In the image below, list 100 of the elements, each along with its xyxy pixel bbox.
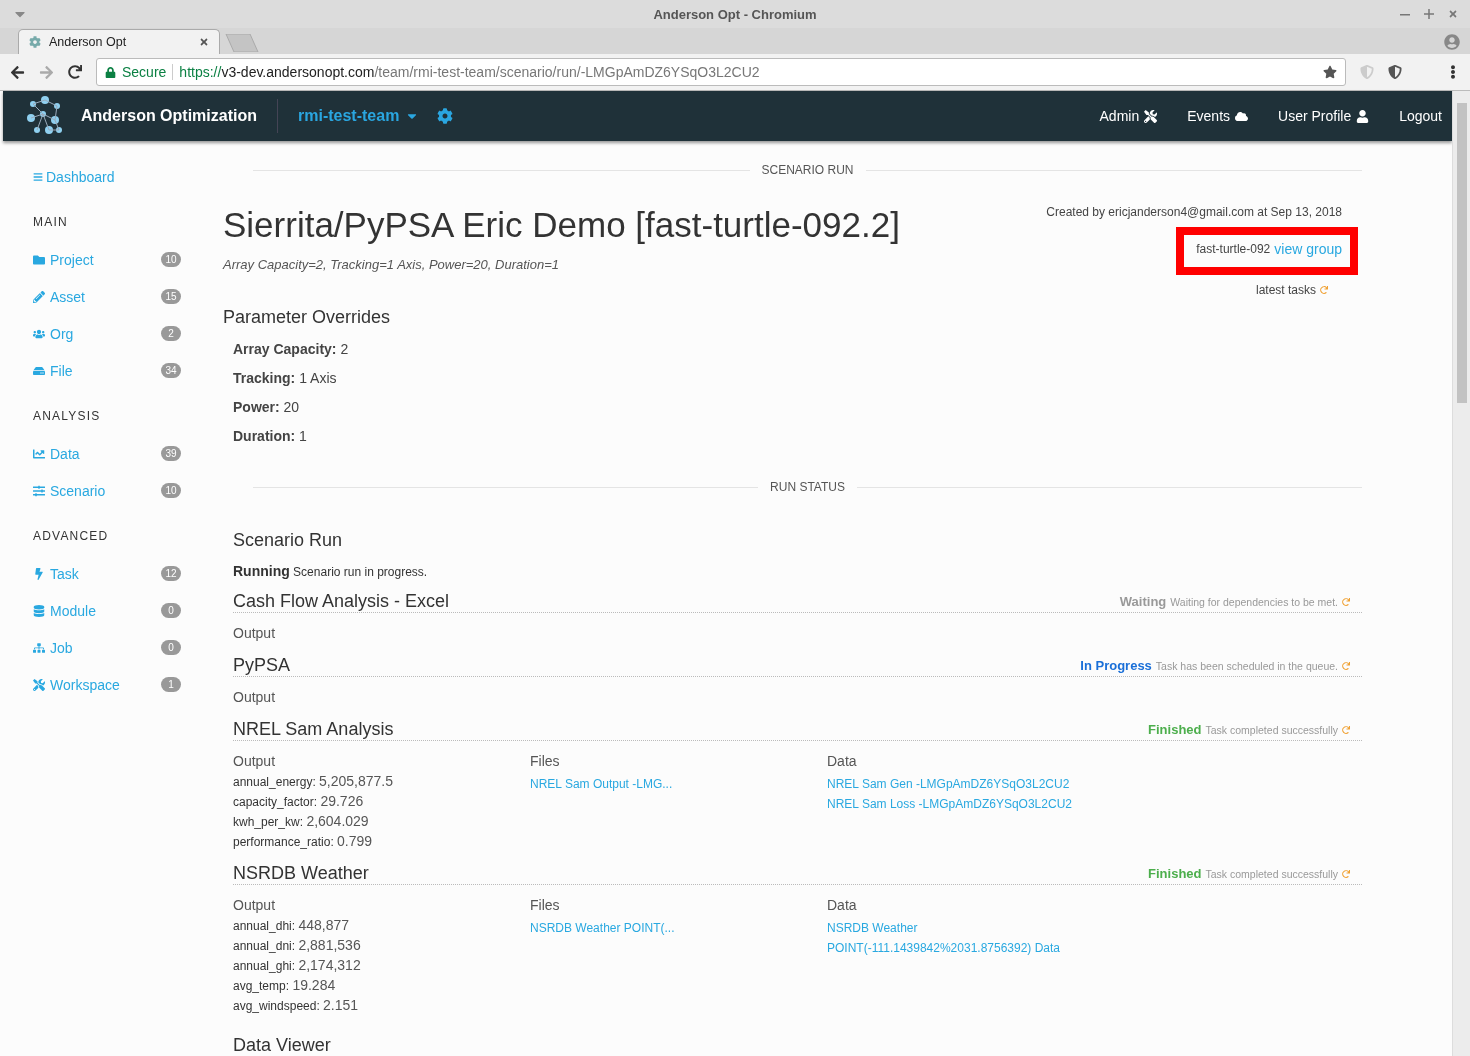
brand-name[interactable]: Anderson Optimization <box>81 99 278 133</box>
run-status-text: Running Scenario run in progress. <box>233 563 429 579</box>
output-heading: Output <box>233 625 277 641</box>
data-link[interactable]: NREL Sam Gen -LMGpAmDZ6YSqO3L2CU2 <box>827 777 1362 791</box>
override-value: Array Capacity: 2 <box>233 341 350 357</box>
count-badge: 2 <box>161 326 181 341</box>
output-heading: Output <box>233 689 277 705</box>
database-icon <box>33 604 45 617</box>
reload-icon[interactable] <box>68 65 82 79</box>
drive-icon <box>33 364 45 377</box>
scrollbar-thumb[interactable] <box>1456 103 1467 403</box>
data-link[interactable]: POINT(-111.1439842%2031.8756392) Data <box>827 941 1362 955</box>
file-link[interactable]: NREL Sam Output -LMG... <box>530 777 827 791</box>
latest-tasks-text: latest tasks <box>1255 283 1316 297</box>
count-badge: 10 <box>161 252 181 267</box>
count-badge: 0 <box>161 640 181 655</box>
file-link[interactable]: NSRDB Weather POINT(... <box>530 921 827 935</box>
close-tab-icon[interactable] <box>199 37 209 47</box>
task-status: In Progress <box>1080 658 1152 673</box>
task-title: Cash Flow Analysis - Excel <box>233 591 450 612</box>
sliders-icon <box>33 484 45 497</box>
sidebar-item[interactable]: Module 0 <box>33 592 193 629</box>
shield-icon[interactable] <box>1388 65 1402 79</box>
sidebar-heading: ADVANCED <box>33 529 110 543</box>
new-tab-button[interactable] <box>224 34 260 52</box>
user-icon <box>1356 109 1370 123</box>
maximize-icon[interactable] <box>1424 9 1434 19</box>
output-value: capacity_factor: 29.726 <box>233 793 365 809</box>
output-value: performance_ratio: 0.799 <box>233 833 374 849</box>
output-value: annual_dni: 2,881,536 <box>233 937 362 953</box>
tools-icon <box>1144 109 1158 123</box>
files-heading: Files <box>530 753 561 769</box>
status-message: Task completed successfully <box>1205 723 1338 736</box>
status-message: Task completed successfully <box>1205 867 1338 880</box>
nav-link[interactable]: Events <box>1187 108 1249 124</box>
override-value: Power: 20 <box>233 399 301 415</box>
dashboard-link[interactable]: Dashboard <box>33 169 193 185</box>
section-title: Data Viewer <box>233 1035 332 1056</box>
close-icon[interactable] <box>1448 9 1458 19</box>
count-badge: 15 <box>161 289 181 304</box>
task-status: Finished <box>1148 866 1202 881</box>
nav-link[interactable]: Admin <box>1099 108 1158 124</box>
sidebar-item[interactable]: Scenario 10 <box>33 472 193 509</box>
status-message: Waiting for dependencies to be met. <box>1170 595 1338 608</box>
output-value: kwh_per_kw: 2,604.029 <box>233 813 370 829</box>
section-title: Parameter Overrides <box>223 307 392 328</box>
task-title: NSRDB Weather <box>233 863 369 884</box>
page-title: Sierrita/PyPSA Eric Demo [fast-turtle-092.2] <box>223 205 900 245</box>
window-title: Anderson Opt - Chromium <box>653 6 817 22</box>
sidebar-heading: ANALYSIS <box>33 409 102 423</box>
count-badge: 39 <box>161 446 181 461</box>
settings-icon[interactable] <box>437 108 454 124</box>
view-group-link[interactable]: view group <box>1274 241 1342 257</box>
status-message: Task has been scheduled in the queue. <box>1155 659 1338 672</box>
files-heading: Files <box>530 897 561 913</box>
data-link[interactable]: NSRDB Weather <box>827 921 1362 935</box>
output-value: annual_dhi: 448,877 <box>233 917 350 933</box>
sidebar-item[interactable]: Data 39 <box>33 435 193 472</box>
output-value: avg_windspeed: 2.151 <box>233 997 360 1013</box>
sidebar-item[interactable]: Project 10 <box>33 241 193 278</box>
team-dropdown[interactable]: rmi-test-team <box>298 107 420 125</box>
sidebar-item[interactable]: File 34 <box>33 352 193 389</box>
network-logo <box>25 96 65 136</box>
refresh-icon[interactable] <box>1342 661 1350 670</box>
count-badge: 34 <box>161 363 181 378</box>
sidebar-item[interactable]: Workspace 1 <box>33 666 193 703</box>
sidebar-item[interactable]: Task 12 <box>33 555 193 592</box>
refresh-icon[interactable] <box>1342 869 1350 878</box>
task-title: PyPSA <box>233 655 291 676</box>
sidebar-item[interactable]: Job 0 <box>33 629 193 666</box>
bookmark-star-icon[interactable] <box>1323 65 1337 79</box>
back-icon[interactable] <box>10 64 25 80</box>
refresh-icon[interactable] <box>1320 286 1328 294</box>
browser-tab[interactable]: Anderson Opt <box>18 29 220 54</box>
nav-link[interactable]: User Profile <box>1278 108 1370 124</box>
folder-icon <box>33 253 45 266</box>
count-badge: 1 <box>161 677 181 692</box>
address-field[interactable]: Secure https://v3-dev.andersonopt.com/team/rmi-test-team/scenario/run/-LMGpAmDZ6YSqO3L2CU2 <box>96 58 1346 86</box>
sidebar-item[interactable]: Org 2 <box>33 315 193 352</box>
refresh-icon[interactable] <box>1342 725 1350 734</box>
data-heading: Data <box>827 897 858 913</box>
task-status: Waiting <box>1119 594 1167 609</box>
extension-icon[interactable] <box>1360 65 1374 79</box>
group-name: fast-turtle-092 <box>1196 242 1271 256</box>
count-badge: 10 <box>161 483 181 498</box>
section-divider: SCENARIO RUN <box>761 163 854 177</box>
secure-label: Secure <box>122 64 174 80</box>
profile-icon[interactable] <box>1444 34 1460 50</box>
nav-link[interactable]: Logout <box>1399 108 1442 124</box>
data-link[interactable]: NREL Sam Loss -LMGpAmDZ6YSqO3L2CU2 <box>827 797 1362 811</box>
output-value: annual_energy: 5,205,877.5 <box>233 773 395 789</box>
parameter-summary: Array Capacity=2, Tracking=1 Axis, Power=20, Duration=1 <box>223 257 560 272</box>
pencil-icon <box>33 290 45 303</box>
tools-icon <box>33 678 45 691</box>
count-badge: 0 <box>161 603 181 618</box>
refresh-icon[interactable] <box>1342 597 1350 606</box>
forward-icon[interactable] <box>39 64 54 80</box>
output-value: annual_ghi: 2,174,312 <box>233 957 362 973</box>
sidebar-item[interactable]: Asset 15 <box>33 278 193 315</box>
task-title: NREL Sam Analysis <box>233 719 394 740</box>
